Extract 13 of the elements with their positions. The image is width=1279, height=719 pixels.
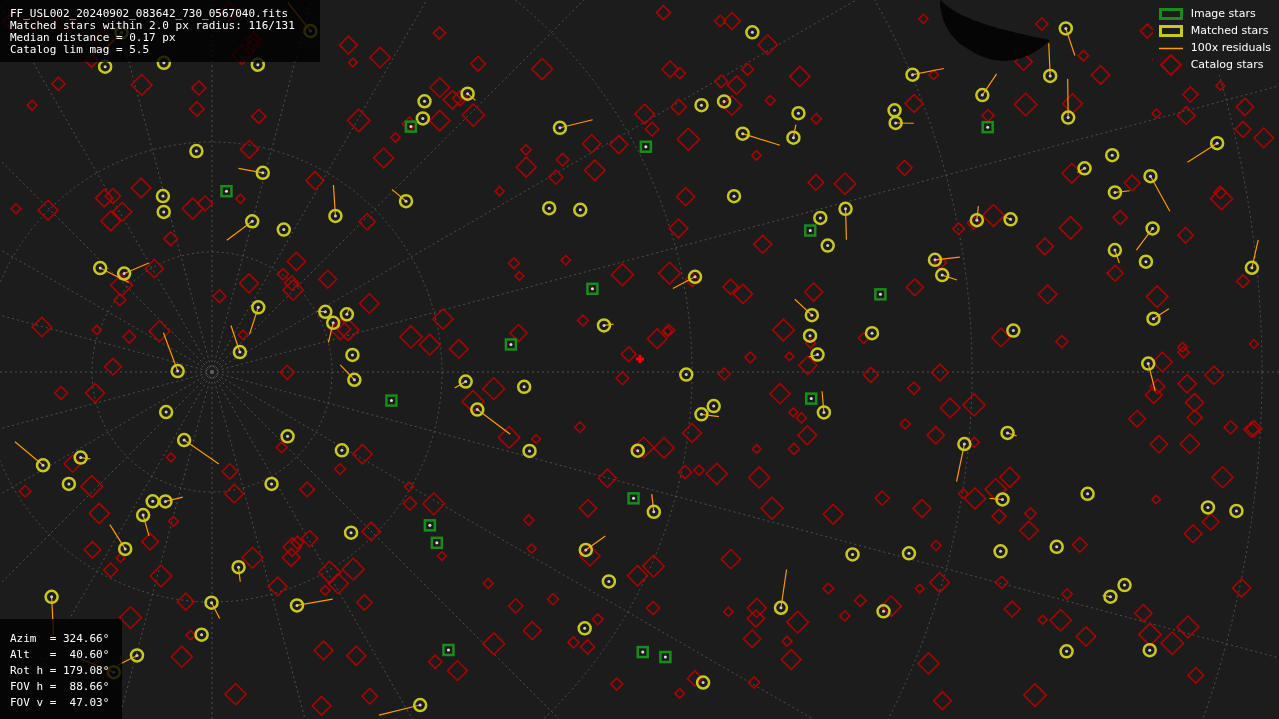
info-text: Catalog lim mag = 5.5 <box>10 44 151 56</box>
legend-label: Image stars <box>1190 5 1256 22</box>
pointing-text: FOV v = 47.03° <box>10 695 111 711</box>
pointing-text: Azim = 324.66° <box>10 631 111 647</box>
info-text: Matched stars within 2.0 px radius: 116/131 <box>10 20 296 32</box>
pointing-text: FOV h = 88.66° <box>10 679 111 695</box>
info-text: FF_USL002_20240902_083642_730_0567040.fits <box>10 8 290 20</box>
legend-label: Matched stars <box>1190 22 1269 39</box>
pointing-text: Rot h = 179.08° <box>10 663 111 679</box>
info-text: Median distance = 0.17 px <box>10 32 177 44</box>
legend-label: 100x residuals <box>1190 39 1271 56</box>
legend-label: Catalog stars <box>1190 56 1264 73</box>
pointing-text: Alt = 40.60° <box>10 647 111 663</box>
